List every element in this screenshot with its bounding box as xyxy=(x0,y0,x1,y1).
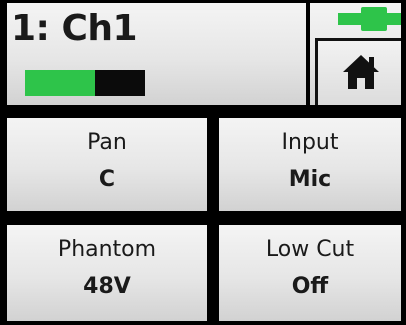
low-cut-label: Low Cut xyxy=(265,237,355,262)
home-panel xyxy=(310,3,401,105)
input-label: Input xyxy=(281,130,339,155)
level-meter-fill xyxy=(25,70,95,96)
home-icon xyxy=(343,55,379,89)
pan-button[interactable]: Pan C xyxy=(7,118,207,211)
pan-label: Pan xyxy=(87,130,127,155)
phantom-value: 48V xyxy=(83,274,131,299)
level-meter xyxy=(25,70,145,96)
low-cut-value: Off xyxy=(291,274,329,299)
pan-value: C xyxy=(98,167,116,192)
phantom-label: Phantom xyxy=(57,237,157,262)
fader-handle[interactable] xyxy=(360,7,387,31)
input-button[interactable]: Input Mic xyxy=(219,118,401,211)
channel-header: 1: Ch1 xyxy=(7,3,306,105)
channel-title: 1: Ch1 xyxy=(11,8,138,49)
low-cut-button[interactable]: Low Cut Off xyxy=(219,225,401,321)
home-button[interactable] xyxy=(315,38,401,105)
phantom-button[interactable]: Phantom 48V xyxy=(7,225,207,321)
input-value: Mic xyxy=(288,167,332,192)
